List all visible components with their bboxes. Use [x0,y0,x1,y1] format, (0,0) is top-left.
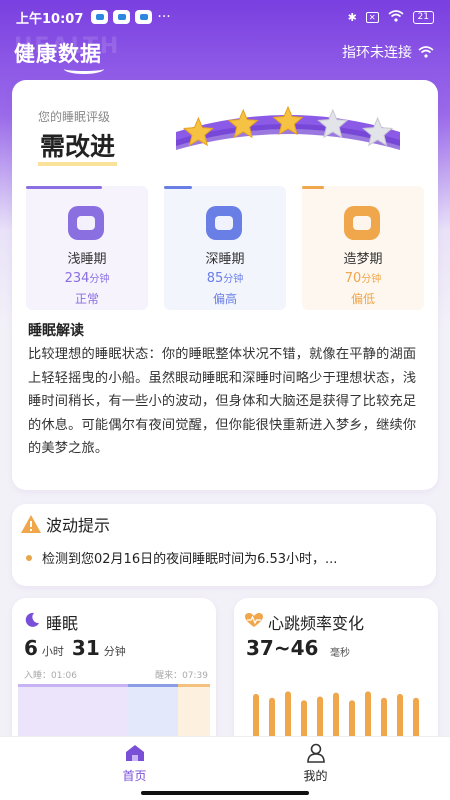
stage-level: 偏高 [212,292,237,306]
dream-icon [344,206,380,240]
band-connection-status[interactable]: 指环未连接 [342,42,434,62]
bluetooth-icon: ✱ [347,10,357,24]
stage-duration: 70分钟 [344,271,382,286]
interpretation-text: 比较理想的睡眠状态：你的睡眠整体状况不错，就像在平静的湖面上轻轻摇曳的小船。虽然… [28,347,417,456]
mute-icon: ✕ [365,11,379,23]
stage-level: 偏低 [350,292,375,306]
fluctuation-alert-card[interactable]: 波动提示 检测到您02月16日的夜间睡眠时间为6.53小时，... [12,504,436,586]
rating-label: 您的睡眠评级 [38,110,111,124]
heart-card-title: 心跳频率变化 [268,614,365,633]
app-header: HEALTH 健康数据 指环未连接 [0,34,450,74]
heart-range-value: 37~46 [246,636,319,660]
profile-icon [306,743,325,763]
warning-icon [21,515,41,533]
title-underline-decoration [64,64,104,74]
heart-range-unit: 毫秒 [330,648,350,659]
alert-message: 检测到您02月16日的夜间睡眠时间为6.53小时，... [42,552,338,567]
signal-icon [418,46,434,58]
tab-home-label: 首页 [122,768,147,783]
stage-duration: 85分钟 [206,271,244,286]
heart-rate-bar [253,693,259,740]
stage-deep-sleep[interactable]: 深睡期 85分钟 偏高 [164,186,286,310]
sleep-duration: 6 小时 31 分钟 [24,636,126,660]
heart-rate-bar [301,700,307,740]
status-bar: 上午10:07 ··· ✱ ✕ 21 [0,0,450,34]
wake-time: 醒来：07:39 [155,671,208,681]
heartbeat-icon [245,613,263,627]
moon-icon [25,612,39,627]
sleep-times: 入睡：01:06 醒来：07:39 [24,668,208,681]
stage-light-sleep[interactable]: 浅睡期 234分钟 正常 [26,186,148,310]
heart-rate-bar [413,697,419,740]
brain-icon [206,206,242,240]
heart-rate-bar [365,691,371,740]
sleep-card-title: 睡眠 [46,614,79,633]
tab-mine-label: 我的 [303,768,328,783]
notification-shield-icon [113,10,131,24]
stage-name: 深睡期 [205,252,245,267]
rating-value: 需改进 [38,132,118,166]
stage-rem-sleep[interactable]: 造梦期 70分钟 偏低 [302,186,424,310]
stage-duration: 234分钟 [64,271,110,286]
heart-rate-bar [349,700,355,740]
stage-accent-bar [164,186,192,189]
sleep-start-time: 入睡：01:06 [24,671,77,681]
interpretation-title: 睡眠解读 [28,323,84,339]
alert-message-row: 检测到您02月16日的夜间睡眠时间为6.53小时，... [26,548,337,567]
stage-name: 浅睡期 [67,252,107,267]
stage-level: 正常 [74,292,99,306]
sleep-summary-card[interactable]: 睡眠 6 小时 31 分钟 入睡：01:06 醒来：07:39 [12,598,216,748]
sleep-stages: 浅睡期 234分钟 正常 深睡期 85分钟 偏高 造梦期 70分钟 偏低 [26,186,424,310]
tab-mine[interactable]: 我的 [203,737,428,789]
stage-accent-bar [26,186,102,189]
notification-app-icon [91,10,109,24]
heart-rate-bar [333,692,339,740]
home-indicator [141,791,309,795]
heart-rate-bar [381,697,387,740]
bullet-dot [26,554,32,561]
heart-rate-bar [397,693,403,740]
heart-rate-bar [269,697,275,740]
alert-title: 波动提示 [46,516,111,535]
notification-message-icon [135,10,153,24]
status-time: 上午10:07 [16,11,84,27]
heart-rate-bar [285,691,291,740]
bed-icon [68,206,104,240]
home-icon [125,744,144,761]
stage-name: 造梦期 [343,252,383,267]
band-status-label: 指环未连接 [342,45,412,61]
more-notifications-icon: ··· [157,9,171,25]
battery-icon: 21 [412,10,434,24]
stage-accent-bar [302,186,324,189]
star-rating [176,106,400,150]
heart-rate-card[interactable]: 心跳频率变化 37~46 毫秒 [234,598,438,748]
sleep-rating-card[interactable]: 您的睡眠评级 需改进 浅睡期 234分钟 正常 深睡期 85分钟 偏高 造梦期 … [12,80,438,490]
heart-rate-bars [253,691,419,740]
heart-rate-bar [317,696,323,740]
wifi-icon [388,9,404,25]
